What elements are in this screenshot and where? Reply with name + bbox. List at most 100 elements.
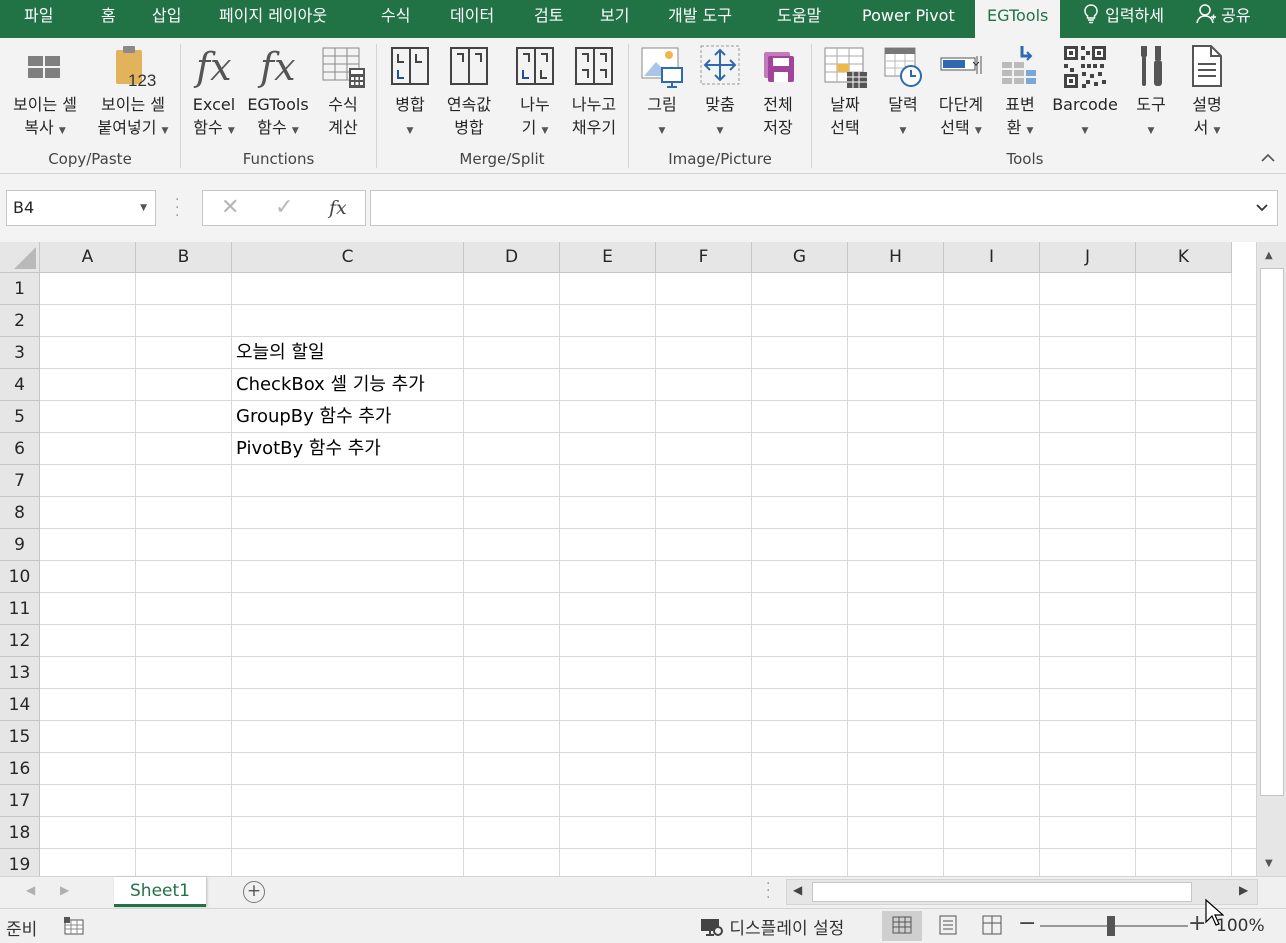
- barcode-label: Barcode: [1052, 95, 1118, 114]
- select-all-button[interactable]: [0, 242, 40, 273]
- scroll-down-icon[interactable]: ▼: [1265, 858, 1273, 869]
- column-header-J[interactable]: J: [1040, 242, 1136, 273]
- cell-C6[interactable]: PivotBy 함수 추가: [236, 433, 381, 465]
- row-header-14[interactable]: 14: [0, 689, 40, 721]
- row-header-17[interactable]: 17: [0, 785, 40, 817]
- vertical-scrollbar[interactable]: ▲ ▼: [1256, 242, 1286, 876]
- cancel-icon[interactable]: ✕: [221, 191, 239, 225]
- tab-file[interactable]: 파일: [24, 0, 53, 38]
- row-header-18[interactable]: 18: [0, 817, 40, 849]
- merge-continuous-button[interactable]: 연속값 병합: [440, 42, 498, 139]
- chevron-down-icon[interactable]: ▼: [140, 191, 147, 225]
- row-header-15[interactable]: 15: [0, 721, 40, 753]
- row-header-7[interactable]: 7: [0, 465, 40, 497]
- tab-developer[interactable]: 개발 도구: [668, 0, 732, 38]
- next-sheet-icon[interactable]: ▶: [60, 883, 69, 897]
- table-convert-icon: [998, 42, 1042, 92]
- tab-insert[interactable]: 삽입: [152, 0, 181, 38]
- add-sheet-icon[interactable]: +: [243, 881, 265, 903]
- formula-input[interactable]: [370, 190, 1278, 226]
- zoom-slider-thumb[interactable]: [1107, 916, 1115, 936]
- insert-function-icon[interactable]: fx: [329, 191, 347, 225]
- column-header-B[interactable]: B: [136, 242, 232, 273]
- row-header-10[interactable]: 10: [0, 561, 40, 593]
- barcode-button[interactable]: Barcode ▼: [1050, 42, 1120, 143]
- scroll-up-icon[interactable]: ▲: [1265, 250, 1273, 261]
- row-header-3[interactable]: 3: [0, 337, 40, 369]
- merge-button[interactable]: 병합 ▼: [384, 42, 436, 143]
- spreadsheet-grid[interactable]: ABCDEFGHIJK 1 2 3 4 5 6 7 8 9 10 11 12 13 14 15 16 17 18 1…: [0, 242, 1256, 876]
- cell-C3[interactable]: 오늘의 할일: [236, 337, 325, 369]
- display-settings-button[interactable]: 디스플레이 설정: [700, 914, 844, 939]
- row-header-13[interactable]: 13: [0, 657, 40, 689]
- paste-visible-cells-button[interactable]: 123 보이는 셀 붙여넣기 ▼: [90, 42, 176, 143]
- share-button[interactable]: 공유: [1196, 0, 1251, 38]
- zoom-out-icon[interactable]: −: [1018, 911, 1036, 936]
- egtools-function-button[interactable]: fx EGTools 함수 ▼: [244, 42, 312, 143]
- row-header-16[interactable]: 16: [0, 753, 40, 785]
- drag-handle-icon[interactable]: · · ·: [766, 877, 772, 905]
- scroll-left-icon[interactable]: ◀: [793, 883, 802, 897]
- row-header-12[interactable]: 12: [0, 625, 40, 657]
- fit-button[interactable]: 맞춤 ▼: [696, 42, 744, 143]
- row-header-2[interactable]: 2: [0, 305, 40, 337]
- macro-record-icon[interactable]: [64, 917, 84, 935]
- column-header-D[interactable]: D: [464, 242, 560, 273]
- prev-sheet-icon[interactable]: ◀: [26, 883, 35, 897]
- sheet-tab[interactable]: Sheet1: [114, 877, 206, 907]
- name-box[interactable]: B4 ▼: [6, 190, 156, 226]
- formula-calc-button[interactable]: 수식 계산: [318, 42, 368, 139]
- split-fill-button[interactable]: 나누고 채우기: [564, 42, 624, 139]
- normal-view-button[interactable]: [882, 911, 922, 941]
- copy-visible-cells-button[interactable]: 보이는 셀 복사 ▼: [4, 42, 86, 143]
- tools-button[interactable]: 도구 ▼: [1128, 42, 1174, 143]
- cell-C5[interactable]: GroupBy 함수 추가: [236, 401, 391, 433]
- calendar-button[interactable]: 달력 ▼: [880, 42, 926, 143]
- tab-page-layout[interactable]: 페이지 레이아웃: [219, 0, 327, 38]
- tab-formulas[interactable]: 수식: [381, 0, 410, 38]
- column-header-I[interactable]: I: [944, 242, 1040, 273]
- column-header-F[interactable]: F: [656, 242, 752, 273]
- tab-help[interactable]: 도움말: [777, 0, 821, 38]
- column-header-E[interactable]: E: [560, 242, 656, 273]
- split-button[interactable]: 나누 기 ▼: [512, 42, 558, 143]
- column-header-H[interactable]: H: [848, 242, 944, 273]
- picture-button[interactable]: 그림 ▼: [638, 42, 686, 143]
- excel-function-button[interactable]: fx Excel 함수 ▼: [188, 42, 240, 143]
- collapse-ribbon-icon[interactable]: [1260, 150, 1276, 166]
- tab-review[interactable]: 검토: [534, 0, 563, 38]
- help-doc-button[interactable]: 설명 서 ▼: [1184, 42, 1230, 143]
- page-layout-view-button[interactable]: [928, 911, 968, 941]
- column-header-K[interactable]: K: [1136, 242, 1232, 273]
- row-header-8[interactable]: 8: [0, 497, 40, 529]
- row-header-19[interactable]: 19: [0, 849, 40, 876]
- cell-C4[interactable]: CheckBox 셀 기능 추가: [236, 369, 425, 401]
- tab-egtools[interactable]: EGTools: [975, 0, 1061, 38]
- expand-formula-bar-icon[interactable]: [1255, 195, 1269, 221]
- table-convert-button[interactable]: 표변 환 ▼: [998, 42, 1042, 143]
- date-pick-button[interactable]: 날짜 선택: [820, 42, 870, 139]
- row-header-11[interactable]: 11: [0, 593, 40, 625]
- row-header-5[interactable]: 5: [0, 401, 40, 433]
- column-header-G[interactable]: G: [752, 242, 848, 273]
- horizontal-scrollbar[interactable]: ◀ ▶: [786, 879, 1258, 905]
- scroll-right-icon[interactable]: ▶: [1239, 883, 1248, 897]
- row-header-6[interactable]: 6: [0, 433, 40, 465]
- column-header-C[interactable]: C: [232, 242, 464, 273]
- tab-view[interactable]: 보기: [600, 0, 629, 38]
- enter-check-icon[interactable]: ✓: [275, 191, 293, 225]
- save-all-button[interactable]: 전체 저장: [754, 42, 802, 139]
- drag-handle-icon[interactable]: · · ·: [175, 193, 181, 223]
- column-header-A[interactable]: A: [40, 242, 136, 273]
- vertical-scroll-thumb[interactable]: [1260, 268, 1284, 796]
- tab-power-pivot[interactable]: Power Pivot: [862, 0, 955, 38]
- tab-data[interactable]: 데이터: [450, 0, 494, 38]
- row-header-4[interactable]: 4: [0, 369, 40, 401]
- row-header-9[interactable]: 9: [0, 529, 40, 561]
- page-break-view-button[interactable]: [972, 911, 1012, 941]
- tell-me-search[interactable]: 입력하세: [1082, 0, 1164, 38]
- horizontal-scroll-thumb[interactable]: [812, 882, 1192, 902]
- row-header-1[interactable]: 1: [0, 273, 40, 305]
- multilevel-select-button[interactable]: 다단계 선택 ▼: [932, 42, 990, 143]
- tab-home[interactable]: 홈: [101, 0, 116, 38]
